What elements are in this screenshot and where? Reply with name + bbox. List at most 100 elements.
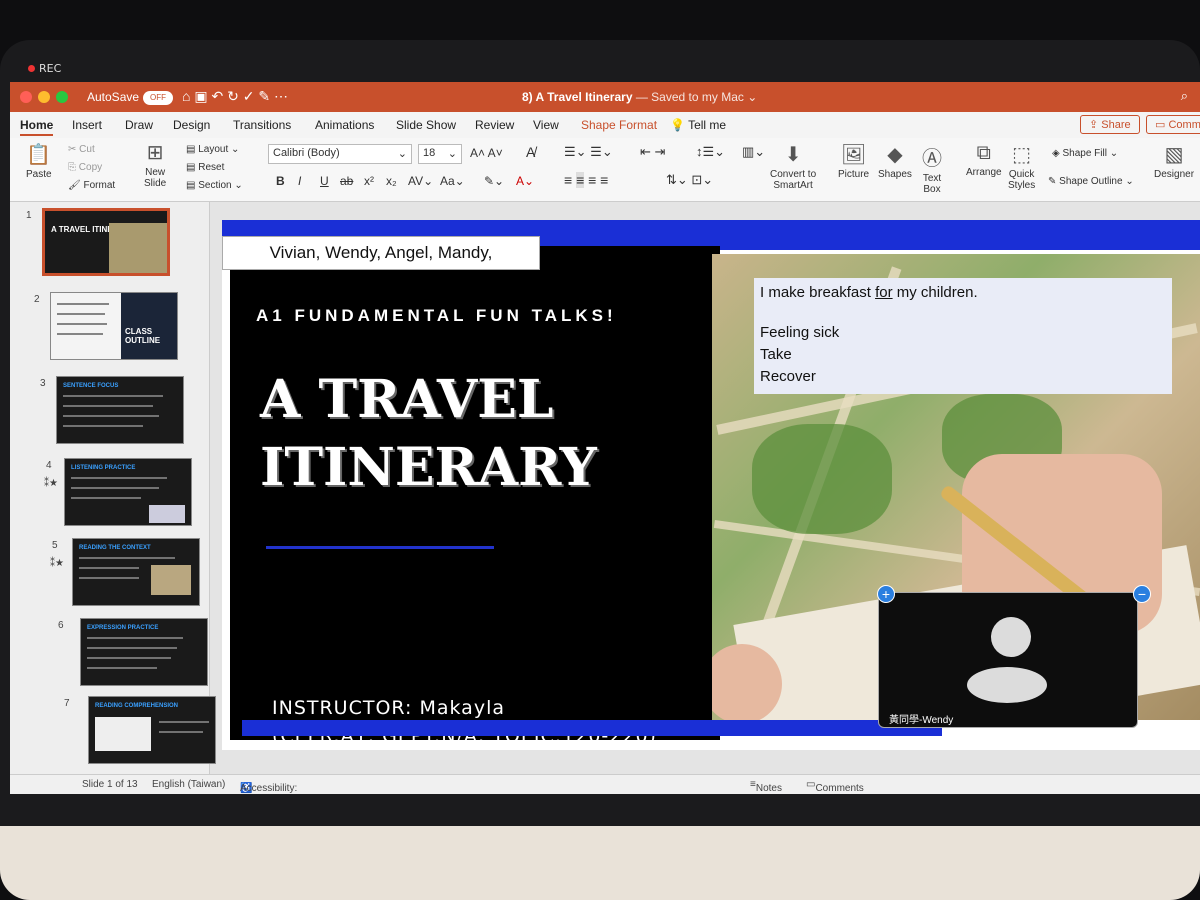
italic-button[interactable]: I bbox=[298, 174, 301, 188]
comments-status-button[interactable]: ▭ Comments bbox=[806, 779, 864, 794]
bold-button[interactable]: B bbox=[276, 174, 285, 188]
autosave[interactable]: AutoSave OFF bbox=[87, 90, 174, 105]
undo-icon[interactable]: ↶ bbox=[211, 88, 223, 104]
arrange-button[interactable]: ⧉ Arrange bbox=[966, 142, 1002, 178]
paste-button[interactable]: 📋 Paste bbox=[26, 142, 52, 180]
quick-access-toolbar: ⌂ ▣ ↶ ↻ ✓ ✎ ⋯ bbox=[182, 88, 288, 105]
participant-name: 黃同學-Wendy bbox=[889, 715, 954, 726]
smartart-icon: ⬇ bbox=[784, 144, 802, 166]
student-names-textbox[interactable]: Vivian, Wendy, Angel, Mandy, bbox=[222, 236, 540, 270]
format-painter-button[interactable]: 🖌 Format bbox=[68, 180, 115, 191]
tab-shape-format[interactable]: Shape Format bbox=[581, 118, 657, 132]
highlight-icon[interactable]: ✎⌄ bbox=[484, 174, 504, 188]
shape-outline-button[interactable]: ✎ Shape Outline ⌄ bbox=[1048, 176, 1134, 187]
title-bar: AutoSave OFF ⌂ ▣ ↶ ↻ ✓ ✎ ⋯ 8) A Travel It… bbox=[10, 82, 1200, 112]
tab-design[interactable]: Design bbox=[173, 118, 210, 132]
layout-button[interactable]: ▤ Layout ⌄ bbox=[186, 144, 239, 155]
tab-draw[interactable]: Draw bbox=[125, 118, 153, 132]
search-icon[interactable]: ⌕ bbox=[1181, 88, 1188, 104]
tab-view[interactable]: View bbox=[533, 118, 559, 132]
clipboard-icon: 📋 bbox=[26, 144, 52, 166]
new-slide-button[interactable]: ⊞ New Slide bbox=[144, 140, 166, 189]
reset-button[interactable]: ▤ Reset bbox=[186, 162, 224, 173]
text-direction-icon[interactable]: ⇅⌄ ⊡⌄ bbox=[666, 172, 713, 188]
record-dot-icon bbox=[28, 65, 35, 72]
copy-button[interactable]: ⎘ Copy bbox=[68, 162, 102, 173]
bullets-icon[interactable]: ☰⌄ ☰⌄ bbox=[564, 144, 613, 160]
slide-thumbnail[interactable]: EXPRESSION PRACTICE bbox=[80, 618, 208, 686]
collapse-minus-icon[interactable]: − bbox=[1133, 585, 1151, 603]
close-window-button[interactable] bbox=[20, 91, 32, 103]
font-name-select[interactable]: Calibri (Body) ⌄ bbox=[268, 144, 412, 164]
ipad-case-edge bbox=[0, 826, 1200, 900]
pen-icon: ✎ bbox=[1048, 176, 1057, 187]
tab-slide-show[interactable]: Slide Show bbox=[396, 118, 456, 132]
picture-button[interactable]: 🖼 Picture bbox=[838, 142, 869, 180]
convert-smartart-button[interactable]: ⬇ Convert to SmartArt bbox=[770, 142, 816, 191]
paint-bucket-icon: ◈ bbox=[1052, 148, 1060, 159]
superscript-button[interactable]: x² bbox=[364, 174, 374, 188]
draw-pen-icon[interactable]: ✎ bbox=[258, 88, 270, 104]
minimize-window-button[interactable] bbox=[38, 91, 50, 103]
designer-button[interactable]: ▧ Designer bbox=[1154, 142, 1194, 180]
picture-icon: 🖼 bbox=[840, 144, 867, 166]
slide-thumbnail[interactable]: A TRAVEL ITINERARY bbox=[42, 208, 170, 276]
home-ribbon: 📋 Paste ✂ Cut ⎘ Copy 🖌 Format ⊞ New Slide … bbox=[10, 138, 1200, 202]
slide-subtitle[interactable]: A1 FUNDAMENTAL FUN TALKS! bbox=[256, 306, 617, 326]
tab-home[interactable]: Home bbox=[20, 118, 54, 136]
subscript-button[interactable]: x₂ bbox=[386, 174, 397, 188]
indent-icon[interactable]: ⇤ ⇥ bbox=[640, 144, 665, 160]
character-spacing-button[interactable]: AV⌄ bbox=[408, 174, 433, 188]
font-size-buttons[interactable]: A˄ A˅ bbox=[470, 146, 503, 160]
notes-textbox[interactable]: I make breakfast for my children. Feelin… bbox=[754, 278, 1172, 394]
tab-transitions[interactable]: Transitions bbox=[233, 118, 291, 132]
change-case-button[interactable]: Aa⌄ bbox=[440, 174, 465, 188]
tab-insert[interactable]: Insert bbox=[72, 118, 102, 132]
redo-icon[interactable]: ↻ bbox=[227, 88, 239, 104]
bottom-blue-band bbox=[242, 720, 942, 736]
cut-button[interactable]: ✂ Cut bbox=[68, 144, 95, 155]
status-bar: Slide 1 of 13 English (Taiwan) ♿ Accessi… bbox=[10, 774, 1200, 794]
section-button[interactable]: ▤ Section ⌄ bbox=[186, 180, 243, 191]
more-icon[interactable]: ⋯ bbox=[274, 88, 288, 104]
tab-review[interactable]: Review bbox=[475, 118, 514, 132]
slide-thumbnail[interactable]: READING COMPREHENSION bbox=[88, 696, 216, 764]
font-color-button[interactable]: A⌄ bbox=[516, 174, 534, 188]
quick-styles-button[interactable]: ⬚ Quick Styles bbox=[1008, 142, 1035, 191]
slide-thumbnail[interactable]: CLASS OUTLINE bbox=[50, 292, 178, 360]
animation-star-icon: ⁑★ bbox=[44, 478, 58, 489]
shapes-button[interactable]: ◆ Shapes bbox=[878, 142, 912, 180]
chevron-down-icon: ⌄ bbox=[447, 148, 457, 160]
slide-thumbnail[interactable]: READING THE CONTEXT bbox=[72, 538, 200, 606]
slide-thumbnail[interactable]: SENTENCE FOCUS bbox=[56, 376, 184, 444]
share-button[interactable]: ⇪ Share bbox=[1080, 115, 1140, 134]
home-icon[interactable]: ⌂ bbox=[182, 88, 190, 104]
zoom-window-button[interactable] bbox=[56, 91, 68, 103]
document-title[interactable]: 8) A Travel Itinerary — Saved to my Mac … bbox=[522, 90, 757, 104]
tell-me-search[interactable]: 💡 Tell me bbox=[670, 118, 726, 132]
columns-icon[interactable]: ▥⌄ bbox=[742, 144, 765, 160]
text-box-button[interactable]: Ⓐ Text Box bbox=[922, 142, 942, 195]
notes-button[interactable]: ≡ Notes bbox=[750, 779, 782, 794]
slide-title[interactable]: A TRAVEL ITINERARY bbox=[260, 366, 597, 502]
clear-format-icon[interactable]: A̸ bbox=[526, 144, 535, 160]
expand-plus-icon[interactable]: + bbox=[877, 585, 895, 603]
align-center-icon[interactable]: ≡ bbox=[576, 172, 585, 188]
strikethrough-button[interactable]: ab bbox=[340, 174, 353, 188]
save-icon[interactable]: ▣ bbox=[194, 88, 207, 104]
map-thumbnail-image bbox=[109, 223, 167, 273]
spelling-icon[interactable]: ✓ bbox=[243, 88, 255, 104]
slide-thumbnail-pane: 1 A TRAVEL ITINERARY 2 CLASS OUTLINE 3 S… bbox=[10, 202, 216, 774]
animation-star-icon: ⁑★ bbox=[50, 558, 64, 569]
video-call-thumbnail[interactable]: + − 黃同學-Wendy bbox=[877, 585, 1151, 728]
tab-animations[interactable]: Animations bbox=[315, 118, 374, 132]
comments-button[interactable]: ▭ Commen bbox=[1146, 115, 1200, 134]
autosave-toggle[interactable]: OFF bbox=[143, 90, 174, 105]
line-spacing-icon[interactable]: ↕☰⌄ bbox=[696, 144, 725, 160]
underline-button[interactable]: U bbox=[320, 174, 329, 188]
shape-fill-button[interactable]: ◈ Shape Fill ⌄ bbox=[1052, 148, 1118, 159]
font-size-select[interactable]: 18 ⌄ bbox=[418, 144, 462, 164]
slide-thumbnail[interactable]: LISTENING PRACTICE bbox=[64, 458, 192, 526]
arrange-icon: ⧉ bbox=[976, 142, 991, 164]
align-icon[interactable]: ≡ ≡ ≡ ≡ bbox=[564, 172, 608, 188]
